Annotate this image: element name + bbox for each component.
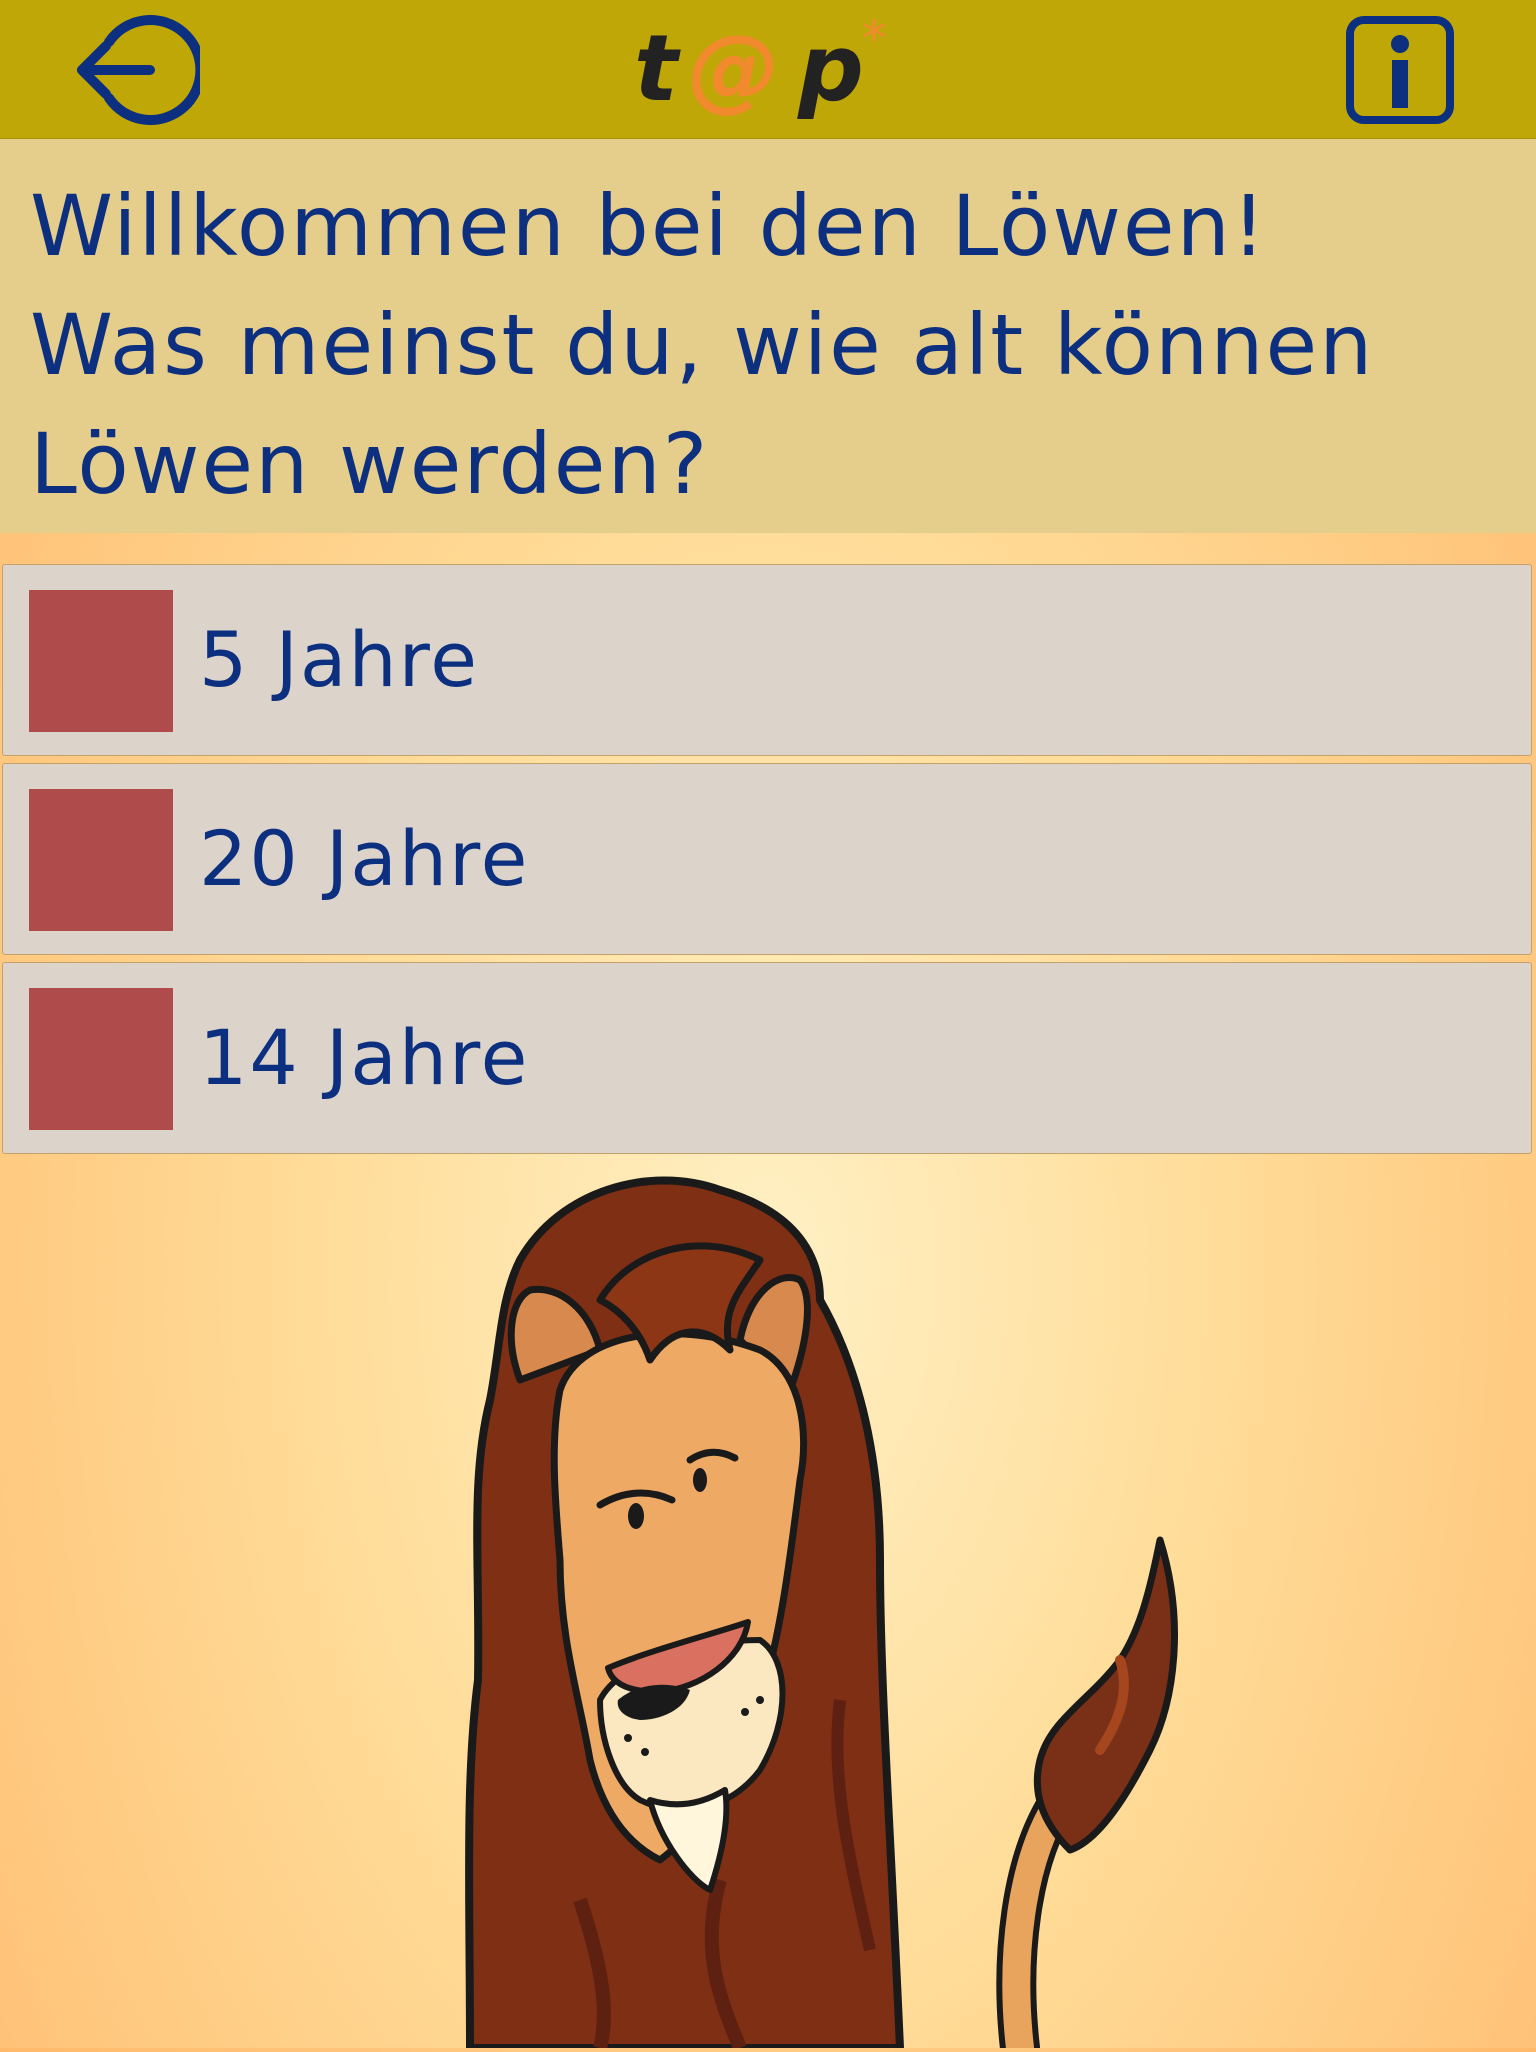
svg-text:@: @ (688, 15, 780, 122)
question-line-2: Was meinst du, wie alt können (30, 296, 1375, 394)
answer-option-3[interactable]: 14 Jahre (2, 962, 1532, 1154)
info-button[interactable] (1344, 14, 1456, 126)
lion-illustration (0, 1160, 1536, 2052)
app-logo: t @ p * (610, 6, 910, 132)
top-bar: t @ p * (0, 0, 1536, 139)
svg-text:t: t (634, 15, 681, 122)
answer-label: 5 Jahre (199, 615, 479, 704)
answer-label: 14 Jahre (199, 1013, 530, 1102)
answer-checkbox[interactable] (29, 789, 173, 931)
info-icon (1346, 16, 1454, 124)
question-text: Willkommen bei den Löwen! Was meinst du,… (30, 167, 1520, 524)
exit-arrow-icon (77, 15, 206, 125)
svg-text:p: p (797, 15, 864, 122)
answer-option-1[interactable]: 5 Jahre (2, 564, 1532, 756)
back-button[interactable] (72, 14, 206, 126)
answer-checkbox[interactable] (29, 590, 173, 732)
answer-label: 20 Jahre (199, 814, 530, 903)
question-line-3: Löwen werden? (30, 415, 710, 513)
answer-option-2[interactable]: 20 Jahre (2, 763, 1532, 955)
question-panel: Willkommen bei den Löwen! Was meinst du,… (0, 139, 1536, 533)
svg-text:*: * (862, 10, 887, 68)
answer-checkbox[interactable] (29, 988, 173, 1130)
question-line-1: Willkommen bei den Löwen! (30, 177, 1268, 275)
